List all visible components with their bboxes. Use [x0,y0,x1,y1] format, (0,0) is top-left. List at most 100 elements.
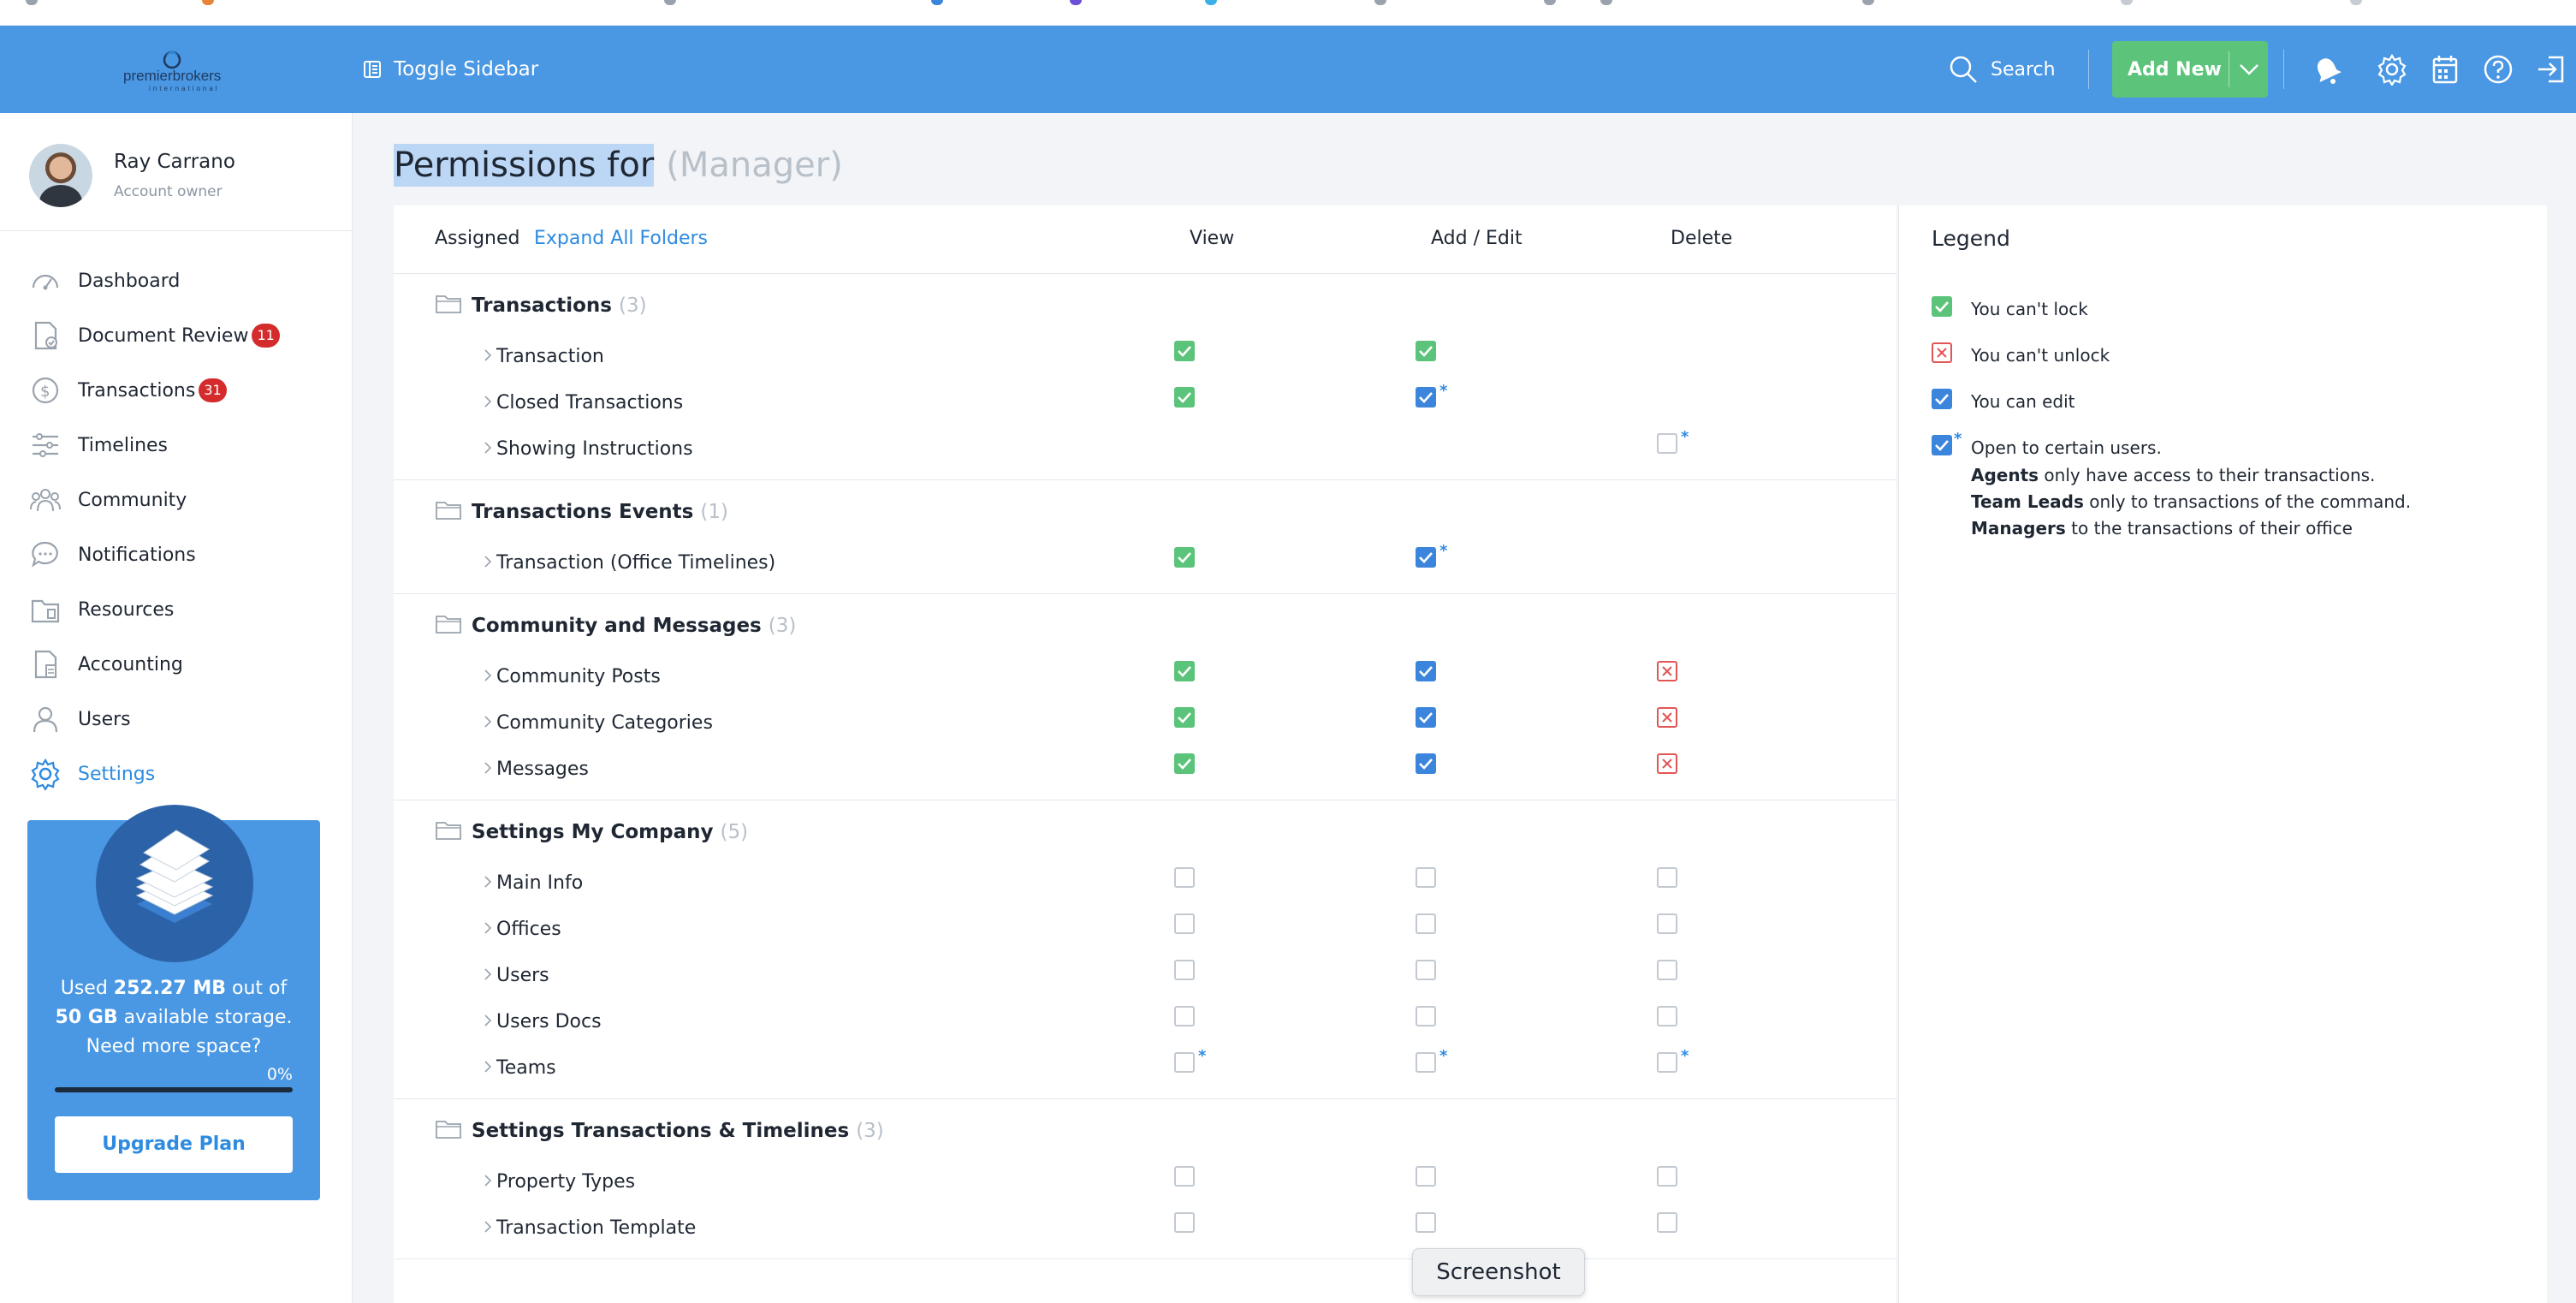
permission-checkbox-empty-view[interactable] [1174,1166,1195,1187]
permission-label: Community Posts [496,666,661,687]
permission-checkbox-empty-edit[interactable] [1416,867,1436,888]
permission-checkbox-locked-view[interactable] [1174,387,1195,408]
chevron-right-icon[interactable] [483,666,493,685]
permission-checkbox-locked-view[interactable] [1174,707,1195,728]
company-logo[interactable]: premierbrokers international [120,43,231,98]
chevron-right-icon[interactable] [483,438,493,457]
chevron-right-icon[interactable] [483,759,493,777]
sidebar-item-accounting[interactable]: Accounting [0,637,353,692]
permission-checkbox-locked-view[interactable] [1174,341,1195,361]
bookmark-icon[interactable] [26,0,38,5]
permission-group-header[interactable]: Settings Transactions & Timelines (3) [394,1099,1896,1157]
permission-group-header[interactable]: Community and Messages (3) [394,594,1896,652]
permission-row: Users Docs [394,997,1896,1044]
bookmark-icon[interactable] [1544,0,1556,5]
chevron-right-icon[interactable] [483,346,493,365]
sidebar-item-users[interactable]: Users [0,692,353,747]
permission-group-title: Transactions (3) [472,295,647,317]
permission-group-header[interactable]: Settings My Company (5) [394,800,1896,859]
avatar[interactable] [29,144,92,207]
permission-checkbox-empty-edit[interactable] [1416,1212,1436,1233]
permission-checkbox-locked-view[interactable] [1174,753,1195,774]
permission-checkbox-empty-delete[interactable] [1657,1006,1677,1026]
bell-icon[interactable] [2311,53,2343,86]
permission-checkbox-checked-edit[interactable] [1416,387,1436,408]
chevron-right-icon[interactable] [483,552,493,571]
bookmark-icon[interactable] [1600,0,1612,5]
bookmark-icon[interactable] [202,0,214,5]
upgrade-plan-button[interactable]: Upgrade Plan [55,1116,293,1173]
notification-badge: 31 [199,378,227,402]
bookmark-icon[interactable] [931,0,943,5]
logout-icon[interactable] [2535,53,2567,86]
folder-open-icon [436,502,461,520]
permission-checkbox-denied-delete[interactable] [1657,661,1677,681]
permission-checkbox-checked-edit[interactable] [1416,661,1436,681]
bookmark-icon[interactable] [1862,0,1874,5]
calendar-icon[interactable] [2429,53,2461,86]
add-new-button[interactable]: Add New [2112,41,2268,98]
chevron-down-icon[interactable] [2239,60,2259,79]
help-icon[interactable] [2482,53,2514,86]
permission-group-header[interactable]: Transactions Events (1) [394,480,1896,538]
permission-checkbox-locked-edit[interactable] [1416,341,1436,361]
chevron-right-icon[interactable] [483,1057,493,1076]
chevron-right-icon[interactable] [483,872,493,891]
permission-checkbox-denied-delete[interactable] [1657,753,1677,774]
permission-checkbox-empty-delete[interactable] [1657,1212,1677,1233]
permission-checkbox-locked-view[interactable] [1174,661,1195,681]
chevron-right-icon[interactable] [483,965,493,984]
permission-checkbox-empty-view[interactable] [1174,913,1195,934]
asterisk-icon: * [1439,382,1448,400]
bookmark-icon[interactable] [1070,0,1082,5]
bookmark-icon[interactable] [664,0,676,5]
permission-checkbox-empty-delete[interactable] [1657,1052,1677,1073]
screenshot-tooltip[interactable]: Screenshot [1412,1248,1585,1296]
permission-checkbox-empty-delete[interactable] [1657,433,1677,454]
permission-checkbox-empty-edit[interactable] [1416,1006,1436,1026]
gear-icon[interactable] [2376,53,2408,86]
chevron-right-icon[interactable] [483,919,493,937]
permission-checkbox-empty-view[interactable] [1174,1052,1195,1073]
sidebar-item-notifications[interactable]: Notifications [0,527,353,582]
chevron-right-icon[interactable] [483,1217,493,1236]
permission-checkbox-empty-delete[interactable] [1657,1166,1677,1187]
sidebar-item-timelines[interactable]: Timelines [0,418,353,473]
permission-checkbox-empty-view[interactable] [1174,1212,1195,1233]
sidebar-item-transactions[interactable]: $ Transactions 31 [0,363,353,418]
permission-checkbox-locked-view[interactable] [1174,547,1195,568]
sidebar-item-resources[interactable]: Resources [0,582,353,637]
permission-checkbox-empty-delete[interactable] [1657,867,1677,888]
sidebar-item-community[interactable]: Community [0,473,353,527]
permission-checkbox-empty-edit[interactable] [1416,1052,1436,1073]
permission-group-header[interactable]: Transactions (3) [394,274,1896,332]
bookmark-icon[interactable] [2350,0,2362,5]
search-button[interactable]: Search [1948,51,2056,87]
sidebar-item-settings[interactable]: Settings [0,747,353,801]
permission-checkbox-checked-edit[interactable] [1416,707,1436,728]
column-add-edit: Add / Edit [1431,228,1522,249]
expand-all-folders-link[interactable]: Expand All Folders [534,228,708,249]
permission-checkbox-empty-edit[interactable] [1416,913,1436,934]
chevron-right-icon[interactable] [483,712,493,731]
chevron-right-icon[interactable] [483,1011,493,1030]
permission-checkbox-empty-edit[interactable] [1416,960,1436,980]
permission-checkbox-checked-edit[interactable] [1416,547,1436,568]
chevron-right-icon[interactable] [483,392,493,411]
sidebar-item-document-review[interactable]: Document Review 11 [0,308,353,363]
chevron-right-icon[interactable] [483,1171,493,1190]
bookmark-icon[interactable] [2121,0,2133,5]
bookmark-icon[interactable] [1205,0,1217,5]
user-profile[interactable]: Ray Carrano Account owner [0,113,353,231]
permission-checkbox-empty-view[interactable] [1174,867,1195,888]
permission-checkbox-empty-delete[interactable] [1657,913,1677,934]
permission-checkbox-checked-edit[interactable] [1416,753,1436,774]
permission-checkbox-empty-view[interactable] [1174,960,1195,980]
permission-checkbox-empty-view[interactable] [1174,1006,1195,1026]
permission-checkbox-denied-delete[interactable] [1657,707,1677,728]
sidebar-item-dashboard[interactable]: Dashboard [0,253,353,308]
permission-checkbox-empty-edit[interactable] [1416,1166,1436,1187]
permission-checkbox-empty-delete[interactable] [1657,960,1677,980]
toggle-sidebar-button[interactable]: Toggle Sidebar [363,55,538,84]
bookmark-icon[interactable] [1374,0,1386,5]
